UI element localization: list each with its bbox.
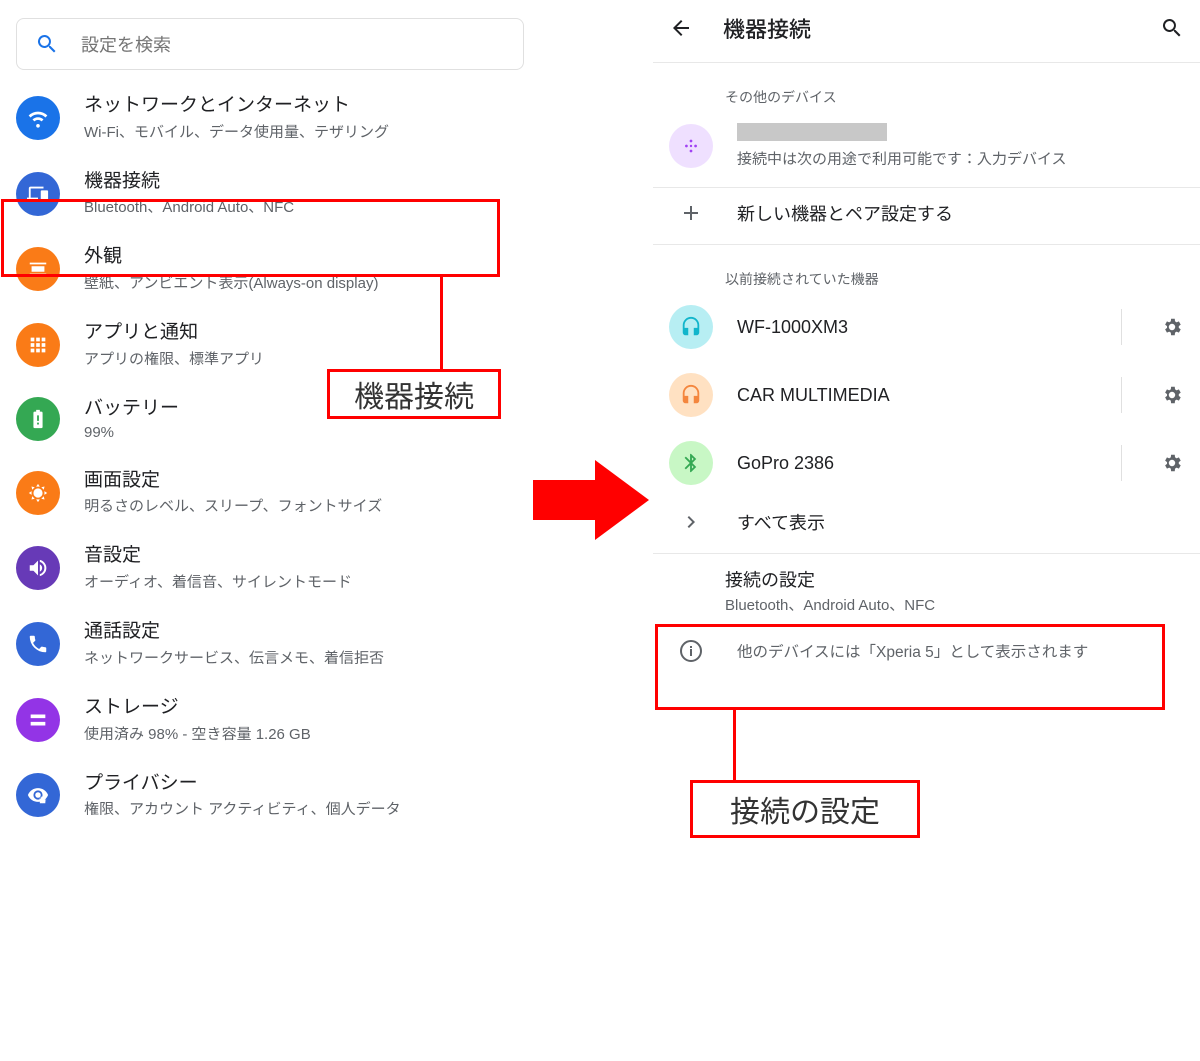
- row-device-wf1000xm3[interactable]: WF-1000XM3: [653, 293, 1200, 361]
- row-pair-new-device[interactable]: 新しい機器とペア設定する: [653, 188, 1200, 238]
- row-subtitle: 明るさのレベル、スリープ、フォントサイズ: [84, 495, 382, 516]
- device-settings-button[interactable]: [1160, 452, 1184, 474]
- apps-icon: [16, 323, 60, 367]
- appbar-title: 機器接続: [723, 12, 1130, 44]
- search-icon[interactable]: [1160, 16, 1184, 40]
- privacy-icon: [16, 773, 60, 817]
- arrow-right-icon: [533, 460, 653, 540]
- gamepad-icon: [669, 124, 713, 168]
- separator: [1121, 377, 1122, 413]
- row-subtitle: 使用済み 98% - 空き容量 1.26 GB: [84, 723, 311, 744]
- chevron-right-icon: [669, 510, 713, 534]
- row-show-all[interactable]: すべて表示: [653, 497, 1200, 547]
- conn-pref-title: 接続の設定: [725, 566, 1184, 592]
- row-network[interactable]: ネットワークとインターネット Wi-Fi、モバイル、データ使用量、テザリング: [0, 80, 540, 156]
- device-settings-button[interactable]: [1160, 316, 1184, 338]
- search-icon: [35, 32, 59, 56]
- row-subtitle: 権限、アカウント アクティビティ、個人データ: [84, 798, 401, 819]
- device-name: CAR MULTIMEDIA: [737, 385, 1093, 406]
- row-title: ネットワークとインターネット: [84, 94, 389, 119]
- divider: [653, 244, 1200, 245]
- storage-icon: [16, 698, 60, 742]
- row-title: ストレージ: [84, 696, 311, 721]
- row-subtitle: アプリの権限、標準アプリ: [84, 348, 264, 369]
- volume-icon: [16, 546, 60, 590]
- search-placeholder: 設定を検索: [81, 31, 171, 57]
- row-storage[interactable]: ストレージ 使用済み 98% - 空き容量 1.26 GB: [0, 682, 540, 758]
- row-device-gopro[interactable]: GoPro 2386: [653, 429, 1200, 497]
- device-name-redacted: [737, 123, 1184, 146]
- row-title: アプリと通知: [84, 321, 264, 346]
- row-device-carmultimedia[interactable]: CAR MULTIMEDIA: [653, 361, 1200, 429]
- row-title: 画面設定: [84, 469, 382, 494]
- device-name: WF-1000XM3: [737, 317, 1093, 338]
- phone-icon: [16, 622, 60, 666]
- row-controller-device[interactable]: 接続中は次の用途で利用可能です：入力デバイス: [653, 111, 1200, 181]
- conn-pref-subtitle: Bluetooth、Android Auto、NFC: [725, 594, 1184, 615]
- divider: [653, 62, 1200, 63]
- connected-devices-pane: 機器接続 その他のデバイス 接続中は次の用途で利用可能です：入力デバイス 新しい…: [653, 0, 1200, 675]
- search-settings[interactable]: 設定を検索: [16, 18, 524, 70]
- callout-box-2: [655, 624, 1165, 710]
- device-subtitle: 接続中は次の用途で利用可能です：入力デバイス: [737, 148, 1184, 169]
- separator: [1121, 445, 1122, 481]
- row-subtitle: 99%: [84, 424, 179, 441]
- battery-icon: [16, 397, 60, 441]
- plus-icon: [669, 201, 713, 225]
- row-title: 音設定: [84, 544, 352, 569]
- callout-line-1: [440, 277, 443, 373]
- row-connection-preferences[interactable]: 接続の設定 Bluetooth、Android Auto、NFC: [653, 554, 1200, 627]
- row-display[interactable]: 画面設定 明るさのレベル、スリープ、フォントサイズ: [0, 455, 540, 531]
- section-prev-devices: 以前接続されていた機器: [725, 269, 1200, 289]
- row-title: バッテリー: [84, 397, 179, 422]
- headset-icon: [669, 305, 713, 349]
- callout-box-1: [1, 199, 500, 277]
- device-settings-button[interactable]: [1160, 384, 1184, 406]
- wifi-icon: [16, 96, 60, 140]
- separator: [1121, 309, 1122, 345]
- row-title: 機器接続: [84, 170, 294, 195]
- bluetooth-icon: [669, 441, 713, 485]
- pair-new-label: 新しい機器とペア設定する: [737, 200, 1184, 226]
- row-subtitle: ネットワークサービス、伝言メモ、着信拒否: [84, 647, 384, 668]
- row-privacy[interactable]: プライバシー 権限、アカウント アクティビティ、個人データ: [0, 758, 540, 834]
- row-sound[interactable]: 音設定 オーディオ、着信音、サイレントモード: [0, 530, 540, 606]
- callout-line-2: [733, 710, 736, 785]
- headset-icon: [669, 373, 713, 417]
- section-other-devices: その他のデバイス: [725, 87, 1200, 107]
- row-title: 通話設定: [84, 620, 384, 645]
- row-call[interactable]: 通話設定 ネットワークサービス、伝言メモ、着信拒否: [0, 606, 540, 682]
- show-all-label: すべて表示: [737, 509, 1184, 535]
- device-name: GoPro 2386: [737, 453, 1093, 474]
- appbar: 機器接続: [653, 0, 1200, 56]
- brightness-icon: [16, 471, 60, 515]
- row-title: プライバシー: [84, 772, 401, 797]
- callout-label-1: 機器接続: [327, 369, 501, 419]
- row-subtitle: Wi-Fi、モバイル、データ使用量、テザリング: [84, 121, 389, 142]
- row-subtitle: オーディオ、着信音、サイレントモード: [84, 571, 352, 592]
- back-icon[interactable]: [669, 16, 693, 40]
- callout-label-2: 接続の設定: [690, 780, 920, 838]
